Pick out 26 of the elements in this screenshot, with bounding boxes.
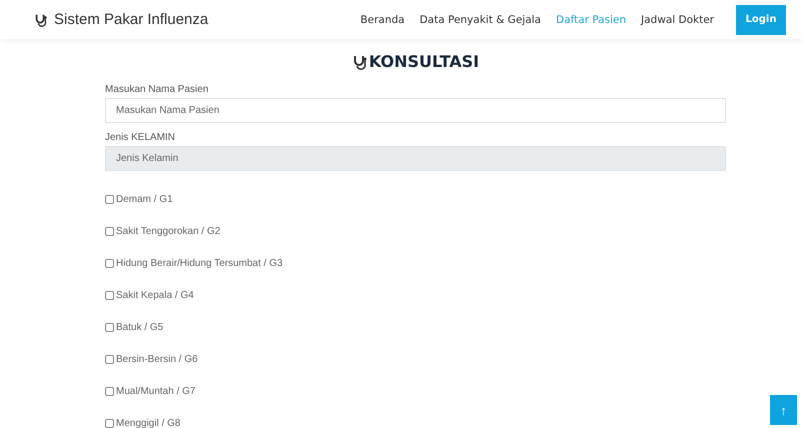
checkbox[interactable] xyxy=(105,195,114,204)
symptom-label: Batuk / G5 xyxy=(116,322,164,333)
symptom-label: Menggigil / G8 xyxy=(116,418,180,428)
stethoscope-icon xyxy=(34,12,48,26)
nav-link[interactable]: Jadwal Dokter xyxy=(641,14,714,26)
symptom-label: Sakit Kepala / G4 xyxy=(116,290,194,301)
field-label: Masukan Nama Pasien xyxy=(105,84,210,96)
checkbox[interactable] xyxy=(105,355,114,364)
checkbox[interactable] xyxy=(105,227,114,236)
symptom-label: Sakit Tenggorokan / G2 xyxy=(116,226,220,237)
checkbox[interactable] xyxy=(105,387,114,396)
page-heading: KONSULTASI xyxy=(368,52,480,71)
symptom-label: Mual/Muntah / G7 xyxy=(116,386,196,397)
field-label: Jenis KELAMIN xyxy=(105,132,176,144)
nav-link[interactable]: Beranda xyxy=(360,14,405,26)
input-field[interactable]: Masukan Nama Pasien xyxy=(105,98,726,123)
symptom-label: Hidung Berair/Hidung Tersumbat / G3 xyxy=(116,258,283,269)
checkbox[interactable] xyxy=(105,259,114,268)
nav-link[interactable]: Data Penyakit & Gejala xyxy=(420,14,541,26)
brand-title[interactable]: Sistem Pakar Influenza xyxy=(54,11,208,28)
checkbox[interactable] xyxy=(105,419,114,428)
stethoscope-icon xyxy=(352,54,368,70)
checkbox[interactable] xyxy=(105,291,114,300)
symptom-label: Demam / G1 xyxy=(116,194,173,205)
checkbox[interactable] xyxy=(105,323,114,332)
symptom-label: Bersin-Bersin / G6 xyxy=(116,354,198,365)
